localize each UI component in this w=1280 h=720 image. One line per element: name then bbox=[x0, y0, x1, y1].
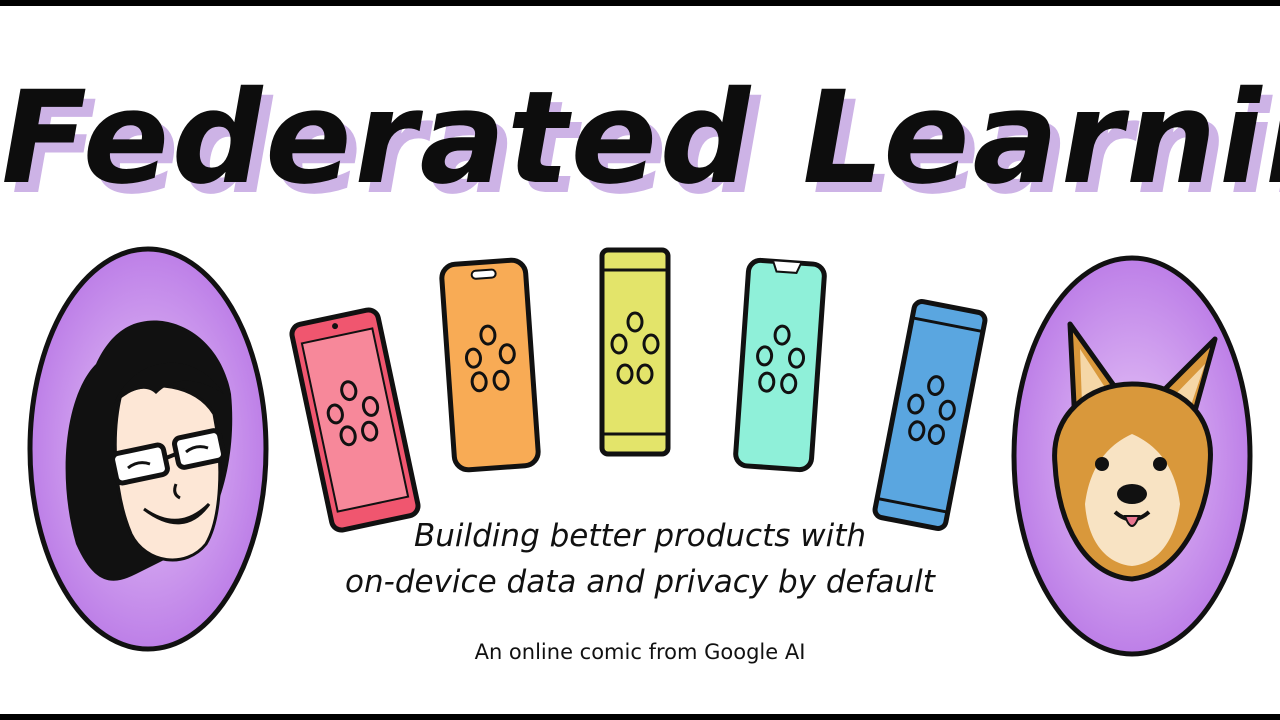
phone-icon bbox=[439, 257, 541, 473]
woman-with-glasses-icon bbox=[27, 246, 269, 652]
corgi-dog-icon bbox=[1011, 255, 1253, 657]
phone-icon bbox=[733, 257, 827, 473]
subtitle-line-1: Building better products with bbox=[413, 518, 867, 554]
credit-text: An online comic from Google AI bbox=[474, 640, 806, 664]
phone-icon bbox=[599, 247, 671, 457]
subtitle-line-2: on-device data and privacy by default bbox=[345, 564, 935, 600]
phone-icon bbox=[289, 307, 421, 533]
bottom-border bbox=[0, 714, 1280, 720]
page-title: Federated Learning bbox=[0, 64, 1280, 213]
phone-icon bbox=[872, 299, 988, 531]
top-border bbox=[0, 0, 1280, 6]
title-block: Federated Learning Federated Learning bbox=[0, 60, 1280, 230]
